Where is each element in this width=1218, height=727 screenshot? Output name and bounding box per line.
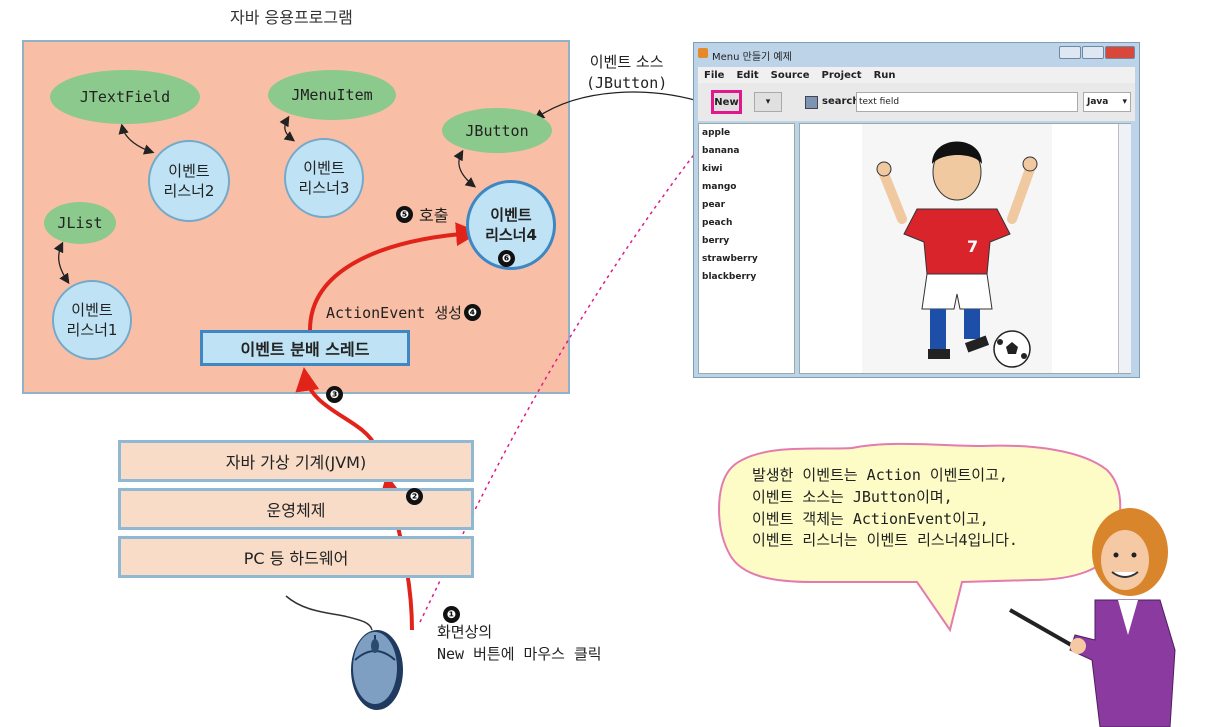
image-panel: 7 bbox=[799, 123, 1131, 374]
event-source-line1: 이벤트 소스 bbox=[589, 53, 664, 71]
teacher-illustration bbox=[1009, 508, 1176, 727]
chevron-down-icon: ▾ bbox=[1122, 97, 1127, 107]
link-jtextfield-listener2 bbox=[118, 123, 155, 155]
menu-run[interactable]: Run bbox=[874, 70, 896, 81]
menu-bar: File Edit Source Project Run bbox=[698, 67, 1135, 83]
mouse-caption-line1: 화면상의 bbox=[437, 623, 493, 641]
listener4-line1: 이벤트 bbox=[490, 205, 532, 224]
list-item[interactable]: pear bbox=[699, 196, 794, 214]
event-source-label: 이벤트 소스 (JButton) bbox=[586, 52, 667, 94]
step2-badge: ❷ bbox=[406, 488, 423, 505]
svg-text:7: 7 bbox=[967, 237, 978, 256]
jlist-node: JList bbox=[44, 202, 116, 244]
listener1-node: 이벤트 리스너1 bbox=[52, 280, 132, 360]
action-event-text: ActionEvent 생성 bbox=[326, 304, 462, 322]
vertical-scrollbar[interactable] bbox=[1118, 124, 1131, 373]
minimize-button[interactable] bbox=[1059, 46, 1081, 59]
link-jlist-listener1 bbox=[53, 241, 70, 285]
listener3-line2: 리스너3 bbox=[298, 179, 350, 197]
menu-edit[interactable]: Edit bbox=[736, 70, 758, 81]
menu-project[interactable]: Project bbox=[822, 70, 862, 81]
toolbar: New ▾ search text field Java ▾ bbox=[698, 83, 1135, 121]
list-item[interactable]: apple bbox=[699, 124, 794, 142]
step1-badge: ❶ bbox=[443, 606, 460, 623]
link-jmenuitem-listener3 bbox=[279, 115, 296, 142]
link-event-source bbox=[533, 91, 709, 120]
mouse-caption: 화면상의 New 버튼에 마우스 클릭 bbox=[437, 622, 602, 666]
save-icon[interactable] bbox=[805, 96, 818, 109]
jmenuitem-node: JMenuItem bbox=[268, 70, 396, 120]
listener2-node: 이벤트 리스너2 bbox=[148, 140, 230, 222]
call-label: ❺ 호출 bbox=[396, 202, 448, 226]
list-item[interactable]: strawberry bbox=[699, 250, 794, 268]
jtextfield-node: JTextField bbox=[50, 70, 200, 124]
search-label: search bbox=[822, 96, 860, 107]
list-item[interactable]: kiwi bbox=[699, 160, 794, 178]
listener2-line1: 이벤트 bbox=[168, 161, 210, 180]
list-item[interactable]: berry bbox=[699, 232, 794, 250]
call-text: 호출 bbox=[419, 206, 449, 225]
list-item[interactable]: peach bbox=[699, 214, 794, 232]
fruit-list: apple banana kiwi mango pear peach berry… bbox=[698, 123, 795, 374]
layer-hardware: PC 등 하드웨어 bbox=[118, 536, 474, 578]
event-dispatch-thread: 이벤트 분배 스레드 bbox=[200, 330, 410, 366]
step4-badge: ❹ bbox=[463, 304, 481, 321]
language-select-value: Java bbox=[1087, 97, 1109, 107]
step6-badge: ❻ bbox=[498, 250, 515, 267]
listener1-line1: 이벤트 bbox=[71, 300, 113, 319]
open-dropdown-button[interactable]: ▾ bbox=[754, 92, 782, 112]
step3-badge: ❸ bbox=[326, 386, 343, 403]
step5-badge: ❺ bbox=[396, 205, 413, 223]
java-app-icon bbox=[698, 48, 708, 58]
arrow-step3 bbox=[295, 367, 377, 447]
mouse-caption-line2: New 버튼에 마우스 클릭 bbox=[437, 644, 602, 663]
action-event-label: ActionEvent 생성 ❹ bbox=[326, 302, 481, 323]
bubble-line1: 발생한 이벤트는 Action 이벤트이고, bbox=[752, 466, 1008, 484]
window-title: Menu 만들기 예제 bbox=[712, 52, 792, 63]
list-item[interactable]: banana bbox=[699, 142, 794, 160]
listener3-node: 이벤트 리스너3 bbox=[284, 138, 364, 218]
search-text-field[interactable]: text field bbox=[856, 92, 1078, 112]
menu-source[interactable]: Source bbox=[771, 70, 810, 81]
listener4-line2: 리스너4 bbox=[485, 226, 537, 244]
event-source-line2: (JButton) bbox=[586, 74, 668, 92]
menu-file[interactable]: File bbox=[704, 70, 724, 81]
maximize-button[interactable] bbox=[1082, 46, 1104, 59]
listener3-line1: 이벤트 bbox=[303, 158, 345, 177]
soccer-player-image: 7 bbox=[876, 141, 1038, 368]
listener2-line2: 리스너2 bbox=[163, 182, 215, 200]
mouse-icon bbox=[285, 595, 403, 710]
menu-example-window: Menu 만들기 예제 File Edit Source Project Run… bbox=[693, 42, 1140, 378]
list-item[interactable]: blackberry bbox=[699, 268, 794, 286]
list-item[interactable]: mango bbox=[699, 178, 794, 196]
language-select[interactable]: Java ▾ bbox=[1083, 92, 1131, 112]
layer-jvm: 자바 가상 기계(JVM) bbox=[118, 440, 474, 482]
listener1-line2: 리스너1 bbox=[66, 321, 118, 339]
new-button[interactable]: New bbox=[711, 90, 742, 114]
close-button[interactable] bbox=[1105, 46, 1135, 59]
jbutton-node: JButton bbox=[442, 108, 552, 153]
link-jbutton-listener4 bbox=[453, 149, 477, 188]
